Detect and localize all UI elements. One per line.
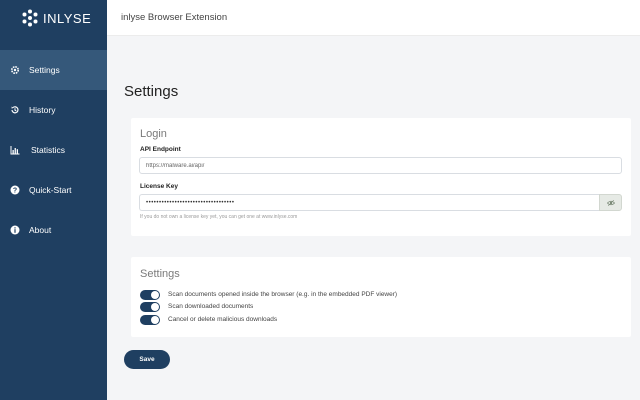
sidebar: INLYSE Settings History Statistics ? Qui… [0,0,107,400]
toggle-knob [151,302,159,311]
topbar: inlyse Browser Extension [107,0,640,36]
toggle-row: Scan downloaded documents [140,301,253,312]
app-title: inlyse Browser Extension [121,12,228,23]
toggle-cancel-malicious-downloads[interactable] [140,314,160,325]
gear-icon [9,65,20,76]
sidebar-item-label: Settings [29,65,60,75]
toggle-knob [151,290,159,299]
license-hint: If you do not own a license key yet, you… [140,214,298,220]
sidebar-item-quick-start[interactable]: ? Quick-Start [0,170,107,210]
login-heading: Login [140,128,167,140]
toggle-label: Scan downloaded documents [168,303,254,310]
login-card: Login API Endpoint License Key If you do… [131,118,631,236]
eye-icon [606,199,615,206]
settings-card: Settings Scan documents opened inside th… [131,257,631,337]
sidebar-item-statistics[interactable]: Statistics [0,130,107,170]
toggle-scan-browser-documents[interactable] [140,289,160,300]
api-endpoint-label: API Endpoint [140,146,181,153]
sidebar-item-about[interactable]: About [0,210,107,250]
license-key-input[interactable] [139,194,599,211]
sidebar-item-settings[interactable]: Settings [0,50,107,90]
sidebar-nav: Settings History Statistics ? Quick-Star… [0,50,107,250]
show-password-button[interactable] [599,194,622,211]
inlyse-logo-icon [22,9,38,27]
license-key-label: License Key [140,183,178,190]
brand-name: INLYSE [43,10,92,26]
history-icon [9,105,20,116]
svg-text:?: ? [12,188,16,195]
page-title: Settings [124,83,179,100]
toggle-knob [151,315,159,324]
toggle-row: Scan documents opened inside the browser… [140,289,397,300]
sidebar-item-label: About [29,225,52,235]
toggle-label: Scan documents opened inside the browser… [168,291,398,298]
toggle-scan-downloaded-documents[interactable] [140,301,160,312]
bar-chart-icon [9,145,20,156]
settings-heading: Settings [140,268,180,280]
sidebar-item-label: Quick-Start [29,185,72,195]
save-button[interactable]: Save [124,350,170,369]
info-icon [9,225,20,236]
sidebar-item-history[interactable]: History [0,90,107,130]
toggle-row: Cancel or delete malicious downloads [140,314,277,325]
sidebar-item-label: Statistics [31,145,66,155]
api-endpoint-input[interactable] [139,157,622,174]
question-icon: ? [9,185,20,196]
toggle-label: Cancel or delete malicious downloads [168,316,278,323]
brand: INLYSE [0,0,107,36]
sidebar-item-label: History [29,105,56,115]
